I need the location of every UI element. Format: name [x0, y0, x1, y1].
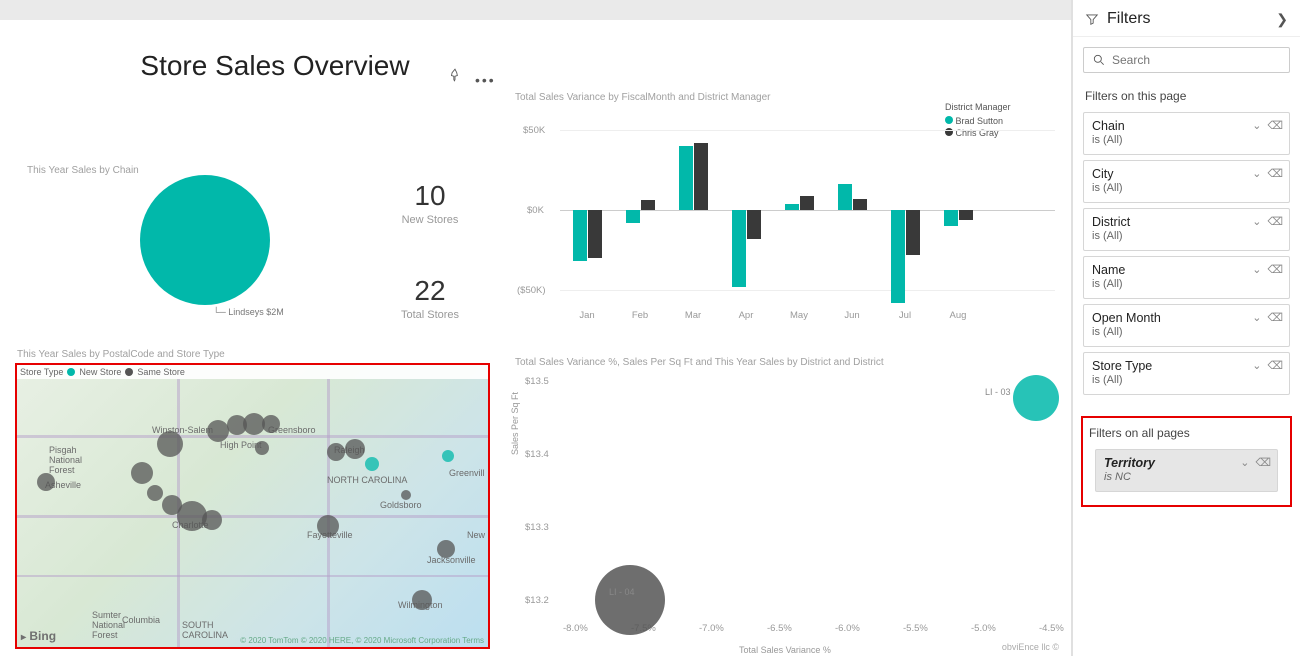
filter-card[interactable]: Open Monthis (All)⌄⌫ [1083, 304, 1290, 347]
map-title: This Year Sales by PostalCode and Store … [17, 349, 225, 360]
bubble-li03[interactable] [1013, 375, 1059, 421]
month-label: May [775, 310, 823, 321]
more-options-icon[interactable]: ••• [475, 72, 496, 88]
month-label: Jul [881, 310, 929, 321]
scatter-yaxis-label: Sales Per Sq Ft [510, 392, 520, 455]
bar[interactable] [641, 200, 655, 210]
bing-logo: ▸ Bing [21, 629, 56, 643]
month-label: Jan [563, 310, 611, 321]
bar[interactable] [800, 196, 814, 210]
filter-card[interactable]: Store Typeis (All)⌄⌫ [1083, 352, 1290, 395]
bar-chart[interactable]: $50K $0K ($50K) JanFebMarAprMayJunJulAug [515, 100, 1055, 330]
scatter-title: Total Sales Variance %, Sales Per Sq Ft … [515, 357, 884, 368]
kpi-new-stores-num: 10 [370, 180, 490, 212]
eraser-icon[interactable]: ⌫ [1267, 311, 1283, 324]
scatter-xaxis-label: Total Sales Variance % [739, 645, 831, 655]
map-legend: Store Type New Store Same Store [17, 365, 488, 379]
filters-title: Filters [1107, 10, 1276, 28]
page-title: Store Sales Overview [90, 50, 460, 82]
filters-page-section: Filters on this page [1073, 85, 1300, 107]
bar[interactable] [694, 143, 708, 210]
bar[interactable] [959, 210, 973, 220]
filter-card[interactable]: Nameis (All)⌄⌫ [1083, 256, 1290, 299]
filter-icon [1085, 12, 1099, 26]
kpi-new-stores[interactable]: 10 New Stores [370, 180, 490, 226]
pie-legend: └─ Lindseys $2M [213, 307, 284, 317]
filter-card[interactable]: Chainis (All)⌄⌫ [1083, 112, 1290, 155]
footer-credit: obviEnce llc © [1002, 642, 1059, 652]
chevron-down-icon[interactable]: ⌄ [1252, 359, 1261, 372]
bar[interactable] [944, 210, 958, 226]
kpi-total-stores-num: 22 [370, 275, 490, 307]
pin-icon[interactable] [448, 68, 462, 87]
bar[interactable] [588, 210, 602, 258]
month-label: Apr [722, 310, 770, 321]
new-store-dot-icon [67, 368, 75, 376]
filter-card-territory[interactable]: Territory is NC ⌄⌫ [1095, 449, 1278, 492]
month-label: Aug [934, 310, 982, 321]
month-label: Feb [616, 310, 664, 321]
same-store-dot-icon [125, 368, 133, 376]
eraser-icon[interactable]: ⌫ [1267, 215, 1283, 228]
map-attribution: © 2020 TomTom © 2020 HERE, © 2020 Micros… [240, 636, 484, 645]
filters-panel: Filters ❯ Filters on this page Chainis (… [1072, 0, 1300, 656]
bar[interactable] [573, 210, 587, 261]
kpi-total-stores-label: Total Stores [370, 309, 490, 321]
bar[interactable] [626, 210, 640, 223]
bar[interactable] [838, 184, 852, 210]
eraser-icon[interactable]: ⌫ [1267, 263, 1283, 276]
bar[interactable] [891, 210, 905, 303]
chevron-down-icon[interactable]: ⌄ [1252, 263, 1261, 276]
filters-allpages-section: Filters on all pages [1085, 422, 1288, 444]
scatter-chart[interactable]: Sales Per Sq Ft Total Sales Variance % $… [515, 375, 1055, 645]
map-visual[interactable]: Store Type New Store Same Store NORTH CA… [15, 363, 490, 649]
bar[interactable] [732, 210, 746, 287]
top-bar [0, 0, 1071, 20]
pie-title: This Year Sales by Chain [27, 165, 139, 176]
chevron-down-icon[interactable]: ⌄ [1252, 119, 1261, 132]
month-label: Jun [828, 310, 876, 321]
bar[interactable] [906, 210, 920, 255]
search-input-wrap[interactable] [1083, 47, 1290, 73]
kpi-total-stores[interactable]: 22 Total Stores [370, 275, 490, 321]
filter-card[interactable]: Districtis (All)⌄⌫ [1083, 208, 1290, 251]
eraser-icon[interactable]: ⌫ [1267, 167, 1283, 180]
eraser-icon[interactable]: ⌫ [1267, 359, 1283, 372]
eraser-icon[interactable]: ⌫ [1255, 456, 1271, 469]
chevron-down-icon[interactable]: ⌄ [1240, 456, 1249, 469]
bar[interactable] [853, 199, 867, 210]
eraser-icon[interactable]: ⌫ [1267, 119, 1283, 132]
search-input[interactable] [1112, 53, 1281, 67]
filters-allpages-highlight: Filters on all pages Territory is NC ⌄⌫ [1081, 416, 1292, 507]
month-label: Mar [669, 310, 717, 321]
chevron-down-icon[interactable]: ⌄ [1252, 167, 1261, 180]
collapse-icon[interactable]: ❯ [1276, 11, 1288, 28]
pie-chart[interactable] [140, 175, 270, 305]
chevron-down-icon[interactable]: ⌄ [1252, 311, 1261, 324]
chevron-down-icon[interactable]: ⌄ [1252, 215, 1261, 228]
bar[interactable] [679, 146, 693, 210]
filter-card[interactable]: Cityis (All)⌄⌫ [1083, 160, 1290, 203]
kpi-new-stores-label: New Stores [370, 214, 490, 226]
state-label: NORTH CAROLINA [327, 475, 407, 485]
bar[interactable] [785, 204, 799, 210]
bubble-li04[interactable] [595, 565, 665, 635]
bar[interactable] [747, 210, 761, 239]
search-icon [1092, 53, 1106, 67]
